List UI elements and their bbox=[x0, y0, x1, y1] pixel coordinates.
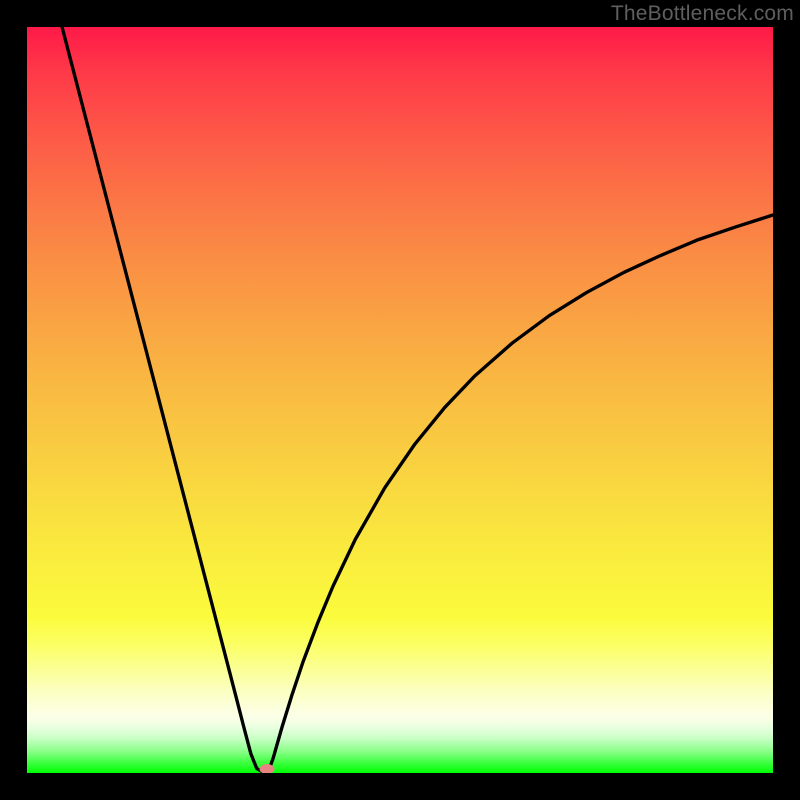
curve-svg bbox=[27, 27, 773, 773]
plot-area bbox=[27, 27, 773, 773]
watermark-text: TheBottleneck.com bbox=[611, 2, 794, 26]
bottleneck-chart: TheBottleneck.com bbox=[0, 0, 800, 800]
min-point-marker bbox=[260, 764, 275, 773]
bottleneck-curve-path bbox=[62, 27, 773, 772]
